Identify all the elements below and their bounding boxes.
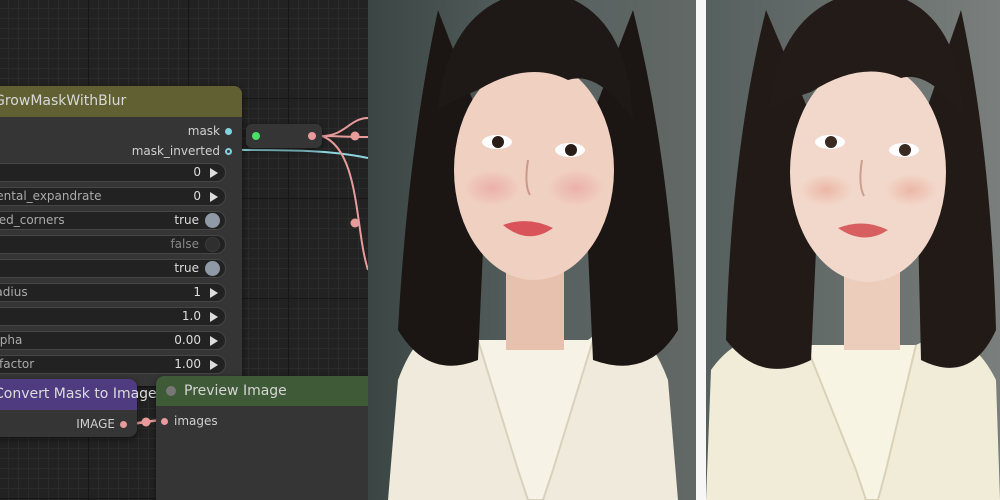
reroute-output-dot[interactable]: [308, 132, 316, 140]
wire-mask: [235, 149, 368, 159]
wire-image-mid: [321, 135, 368, 138]
increment-arrow-icon[interactable]: [210, 336, 218, 346]
node-graph-canvas[interactable]: GrowMaskWithBlur mask mask_inverted expa…: [0, 0, 368, 500]
reroute-input-dot[interactable]: [252, 132, 260, 140]
widget-flip-input[interactable]: flip_input false: [0, 235, 226, 254]
grow-mask-with-blur-node[interactable]: GrowMaskWithBlur mask mask_inverted expa…: [0, 86, 242, 386]
toggle-knob-icon[interactable]: [205, 237, 220, 252]
output-dot[interactable]: [225, 128, 232, 135]
widget-label: tapered_corners: [0, 213, 65, 227]
output-dot[interactable]: [120, 421, 127, 428]
reroute-node[interactable]: [246, 124, 322, 148]
widget-value: 0: [193, 165, 201, 179]
widget-value: 0.00: [174, 333, 201, 347]
widget-value: 1: [193, 285, 201, 299]
input-images[interactable]: images: [161, 414, 218, 428]
widget-fill-holes[interactable]: fill_holes true: [0, 259, 226, 278]
wire-image-top: [321, 117, 368, 137]
widget-value: 1.0: [181, 309, 201, 323]
widget-label: decay_factor: [0, 357, 35, 371]
node-title[interactable]: GrowMaskWithBlur: [0, 86, 242, 117]
widget-blur-radius[interactable]: blur_radius 1: [0, 283, 226, 302]
widget-label: decay_alpha: [0, 333, 23, 347]
input-dot[interactable]: [161, 418, 168, 425]
collapse-dot-icon[interactable]: [166, 386, 176, 396]
output-image[interactable]: IMAGE: [76, 417, 127, 431]
portrait-photo-processed: [706, 0, 1000, 500]
widget-label: blur_radius: [0, 285, 28, 299]
widget-value: 1.00: [174, 357, 201, 371]
widget-lerp-alpha[interactable]: lerp_alpha 1.0: [0, 307, 226, 326]
increment-arrow-icon[interactable]: [210, 288, 218, 298]
output-label: IMAGE: [76, 417, 115, 431]
toggle-knob-icon[interactable]: [205, 261, 220, 276]
output-dot[interactable]: [225, 148, 232, 155]
portrait-photo-original: [368, 0, 696, 500]
convert-mask-to-image-node[interactable]: Convert Mask to Image IMAGE: [0, 379, 157, 437]
image-divider: [696, 0, 706, 500]
output-label: mask: [187, 124, 220, 138]
widget-value: false: [170, 237, 199, 251]
widget-decay-factor[interactable]: decay_factor 1.00: [0, 355, 226, 374]
widget-value: true: [174, 261, 199, 275]
widget-incremental-expandrate[interactable]: incremental_expandrate 0: [0, 187, 226, 206]
widget-value: 0: [193, 189, 201, 203]
widget-value: true: [174, 213, 199, 227]
node-title-text: Preview Image: [184, 383, 287, 399]
node-title[interactable]: Preview Image: [156, 376, 368, 406]
wire-midpoint-2[interactable]: [350, 218, 360, 228]
increment-arrow-icon[interactable]: [210, 168, 218, 178]
widget-tapered-corners[interactable]: tapered_corners true: [0, 211, 226, 230]
output-label: mask_inverted: [131, 144, 220, 158]
output-mask[interactable]: mask: [188, 124, 232, 138]
increment-arrow-icon[interactable]: [210, 360, 218, 370]
widget-label: incremental_expandrate: [0, 189, 102, 203]
input-label: images: [174, 414, 218, 428]
wire-midpoint-1[interactable]: [350, 131, 360, 141]
widget-decay-alpha[interactable]: decay_alpha 0.00: [0, 331, 226, 350]
toggle-knob-icon[interactable]: [205, 213, 220, 228]
increment-arrow-icon[interactable]: [210, 312, 218, 322]
output-mask-inverted[interactable]: mask_inverted: [132, 144, 232, 158]
wire-midpoint-3[interactable]: [141, 417, 151, 427]
increment-arrow-icon[interactable]: [210, 192, 218, 202]
preview-image-node[interactable]: Preview Image images: [156, 376, 368, 500]
node-title[interactable]: Convert Mask to Image: [0, 379, 157, 410]
widget-expand[interactable]: expand 0: [0, 163, 226, 182]
